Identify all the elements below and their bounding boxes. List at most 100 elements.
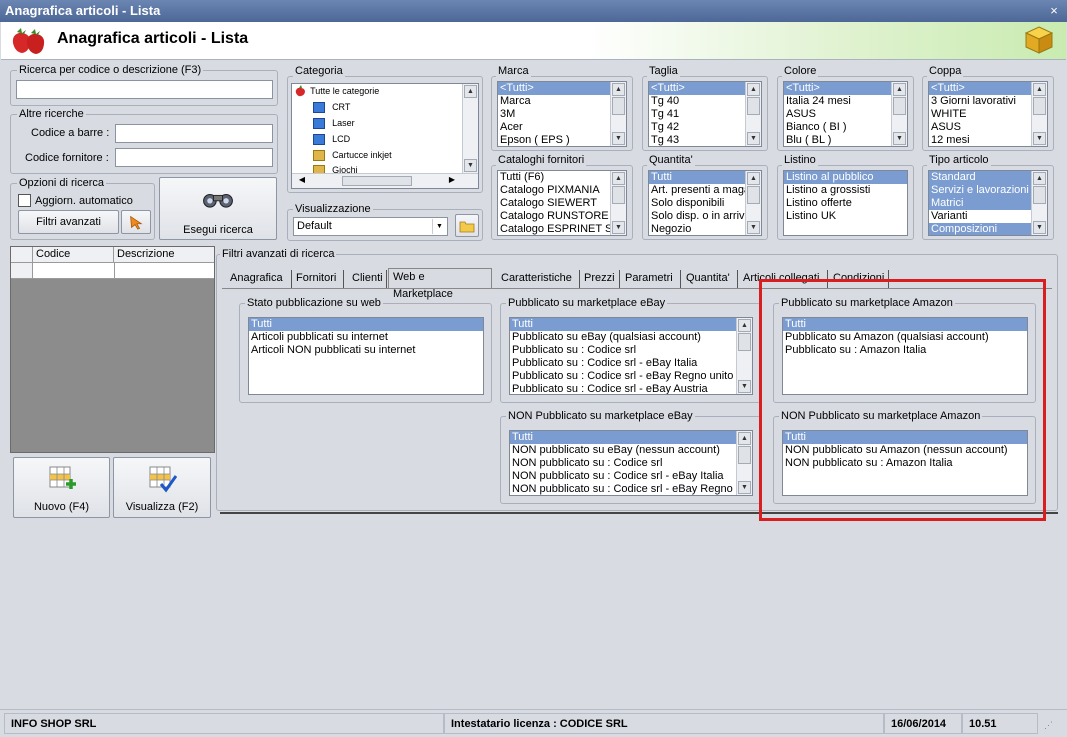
list-item[interactable]: 12 mesi [929,134,1047,146]
list-item[interactable]: Epson ( EPS ) [498,134,626,146]
cataloghi-vscroll[interactable]: ▲ ▼ [610,171,626,235]
list-item[interactable]: Tutti [249,318,483,331]
articles-grid[interactable]: Codice Descrizione [10,246,215,453]
list-item[interactable]: <Tutti> [784,82,907,95]
list-item[interactable]: NON pubblicato su : Codice srl - eBay It… [510,470,752,483]
list-item[interactable]: Marca [498,95,626,108]
tab-3[interactable]: Web e Marketplace [388,268,492,300]
ebay_non-vscroll[interactable]: ▲ ▼ [736,431,752,495]
filter-arrow-button[interactable] [121,210,151,234]
list-item[interactable]: <Tutti> [498,82,626,95]
open-folder-button[interactable] [455,214,479,237]
list-item[interactable]: Catalogo ESPRINET SPA [498,223,626,235]
list-item[interactable]: Standard [929,171,1047,184]
tipo-vscroll[interactable]: ▲ ▼ [1031,171,1047,235]
list-item[interactable]: Bianco ( BI ) [784,121,907,134]
coppa-vscroll[interactable]: ▲ ▼ [1031,82,1047,146]
chevron-down-icon[interactable]: ▼ [432,219,446,234]
cataloghi-listbox[interactable]: Tutti (F6) Catalogo PIXMANIA Catalogo SIEW… [497,170,627,236]
web-filter-listbox[interactable]: Tutti Articoli pubblicati su internet Arti… [248,317,484,395]
list-item[interactable]: ASUS [929,121,1047,134]
tipo-listbox[interactable]: Standard Servizi e lavorazioni Matrici Vari… [928,170,1048,236]
list-item[interactable]: Pubblicato su : Codice srl - eBay Austri… [510,383,752,394]
list-item[interactable]: NON pubblicato su : Codice srl [510,457,752,470]
list-item[interactable]: Listino a grossisti [784,184,907,197]
list-item[interactable]: ASUS [784,108,907,121]
list-item[interactable]: Composizioni [929,223,1047,235]
row-selector[interactable] [11,263,33,278]
run-search-button[interactable]: Esegui ricerca [159,177,277,240]
list-item[interactable]: Pubblicato su : Codice srl [510,344,752,357]
list-item[interactable]: Blu ( BL ) [784,134,907,146]
column-header-codice[interactable]: Codice [33,247,114,263]
new-article-button[interactable]: Nuovo (F4) [13,457,110,518]
tab-0[interactable]: Anagrafica [226,270,292,288]
list-item[interactable]: Italia 24 mesi [784,95,907,108]
tab-2[interactable]: Clienti [348,270,387,288]
taglia-vscroll[interactable]: ▲ ▼ [745,82,761,146]
tab-7[interactable]: Quantita' [682,270,738,288]
tab-6[interactable]: Parametri [621,270,681,288]
list-item[interactable]: Pubblicato su eBay (qualsiasi account) [510,331,752,344]
ebay_non-filter-listbox[interactable]: Tutti NON pubblicato su eBay (nessun acco… [509,430,753,496]
colore-vscroll[interactable]: ▲ ▼ [891,82,907,146]
ebay-filter-listbox[interactable]: Tutti Pubblicato su eBay (qualsiasi accou… [509,317,753,395]
list-item[interactable]: Listino offerte [784,197,907,210]
list-item[interactable]: Pubblicato su : Codice srl - eBay Regno … [510,370,752,383]
list-item[interactable]: Listino al pubblico [784,171,907,184]
auto-update-checkbox[interactable] [18,194,31,207]
colore-listbox[interactable]: <Tutti> Italia 24 mesi ASUS Bianco ( BI ) Bl… [783,81,908,147]
tree-item-inkjet[interactable]: Cartucce inkjet [313,149,392,161]
list-item[interactable]: Varianti [929,210,1047,223]
tab-1[interactable]: Fornitori [292,270,344,288]
tab-4[interactable]: Caratteristiche [497,270,580,288]
quantita-listbox[interactable]: TuttiArt. presenti a magazzinoSolo dispo… [648,170,762,236]
list-item[interactable]: <Tutti> [929,82,1047,95]
category-vscroll[interactable]: ▲ ▼ [462,84,478,173]
resize-grip-icon[interactable]: ⋰ [1044,720,1056,732]
list-item[interactable]: NON pubblicato su eBay (nessun account) [510,444,752,457]
list-item[interactable]: WHITE [929,108,1047,121]
list-item[interactable]: Articoli NON pubblicati su internet [249,344,483,357]
list-item[interactable]: Servizi e lavorazioni [929,184,1047,197]
list-item[interactable]: Acer [498,121,626,134]
close-icon[interactable]: × [1047,4,1061,18]
search-input[interactable] [16,80,273,99]
list-item[interactable]: Pubblicato su : Codice srl - eBay Italia [510,357,752,370]
list-item[interactable]: 3 Giorni lavorativi [929,95,1047,108]
tree-item-giochi[interactable]: Giochi [313,164,358,173]
tree-item-crt[interactable]: CRT [313,101,350,113]
column-header-descrizione[interactable]: Descrizione [114,247,214,263]
list-item[interactable]: Tutti (F6) [498,171,626,184]
view-select[interactable]: Default ▼ [293,217,448,236]
taglia-listbox[interactable]: <Tutti> Tg 40 Tg 41 Tg 42 Tg 43 ▲ ▼ [648,81,762,147]
table-row[interactable] [11,263,214,279]
list-item[interactable]: Tutti [510,318,752,331]
scroll-left-icon[interactable]: ◀ [296,175,308,187]
list-item[interactable]: Catalogo PIXMANIA [498,184,626,197]
supplier-code-input[interactable] [115,148,273,167]
advanced-filters-button[interactable]: Filtri avanzati [18,210,119,234]
list-item[interactable]: Catalogo RUNSTORE [498,210,626,223]
view-article-button[interactable]: Visualizza (F2) [113,457,211,518]
ebay-vscroll[interactable]: ▲ ▼ [736,318,752,394]
tab-5[interactable]: Prezzi [580,270,620,288]
marca-listbox[interactable]: <Tutti> Marca 3M Acer Epson ( EPS ) ▲ ▼ [497,81,627,147]
tree-item-laser[interactable]: Laser [313,117,355,129]
list-item[interactable]: Articoli pubblicati su internet [249,331,483,344]
list-item[interactable]: Tutti [510,431,752,444]
barcode-input[interactable] [115,124,273,143]
list-item[interactable]: 3M [498,108,626,121]
list-item[interactable]: NON pubblicato su : Codice srl - eBay Re… [510,483,752,495]
hscroll-thumb[interactable] [342,176,412,186]
category-hscroll[interactable]: ◀ ▶ [292,173,478,188]
scroll-right-icon[interactable]: ▶ [446,175,458,187]
list-item[interactable]: Listino UK [784,210,907,223]
tree-item-lcd[interactable]: LCD [313,133,350,145]
tree-root-item[interactable]: Tutte le categorie [295,85,379,97]
list-item[interactable]: Matrici [929,197,1047,210]
category-tree[interactable]: Tutte le categorie CRT Laser LCD Cartucc… [291,83,479,189]
coppa-listbox[interactable]: <Tutti> 3 Giorni lavorativi WHITE ASUS 12 me… [928,81,1048,147]
list-item[interactable]: Catalogo SIEWERT [498,197,626,210]
listino-listbox[interactable]: Listino al pubblico Listino a grossisti Li… [783,170,908,236]
